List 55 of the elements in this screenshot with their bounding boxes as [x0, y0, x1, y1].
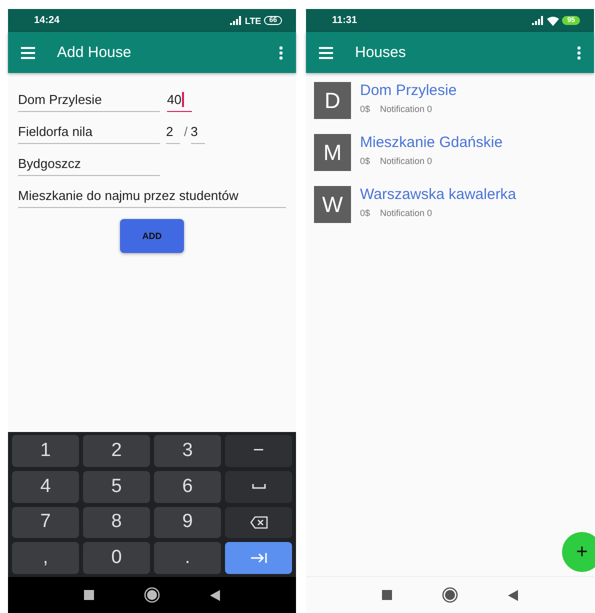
input-field[interactable]: Dom Przylesie — [18, 89, 160, 112]
separator-text: / — [184, 124, 188, 141]
house-title[interactable]: Mieszkanie Gdańskie — [360, 134, 503, 151]
home-icon[interactable] — [442, 587, 458, 603]
keyboard-key[interactable]: 9 — [154, 506, 221, 538]
status-time: 11:31 — [332, 15, 358, 26]
price-text: 0$ — [360, 208, 370, 218]
input-field[interactable]: 40 — [167, 89, 192, 112]
notification-text: Notification 0 — [380, 208, 432, 218]
add-button[interactable]: ADD — [120, 219, 184, 253]
tab-icon — [250, 553, 266, 564]
back-icon[interactable] — [508, 590, 518, 600]
screen-title: Add House — [57, 44, 132, 61]
add-fab[interactable]: + — [562, 532, 595, 572]
input-field[interactable]: Fieldorfa nila — [18, 121, 160, 144]
keyboard-key[interactable]: 5 — [83, 470, 150, 502]
more-icon[interactable] — [279, 46, 283, 60]
signal-icon — [532, 16, 544, 25]
input-field[interactable]: Bydgoszcz — [18, 153, 160, 176]
keyboard-key[interactable]: 3 — [154, 435, 221, 467]
letter-avatar: M — [314, 134, 351, 171]
status-time: 14:24 — [34, 15, 60, 26]
keyboard-key[interactable] — [225, 506, 292, 538]
keyboard-key[interactable]: 0 — [83, 542, 150, 574]
keyboard-key[interactable]: 7 — [12, 506, 79, 538]
letter-avatar: D — [314, 82, 351, 119]
backspace-icon — [250, 516, 268, 529]
wifi-icon — [547, 16, 560, 26]
home-icon[interactable] — [144, 587, 160, 603]
price-text: 0$ — [360, 104, 370, 114]
keyboard-key[interactable]: − — [225, 435, 292, 467]
back-icon[interactable] — [210, 590, 220, 600]
keyboard-key[interactable]: 4 — [12, 470, 79, 502]
keyboard-key[interactable]: 8 — [83, 506, 150, 538]
space-icon — [252, 484, 266, 490]
keyboard-key[interactable]: 6 — [154, 470, 221, 502]
screen-title: Houses — [355, 44, 407, 61]
keyboard-key[interactable]: , — [12, 542, 79, 574]
network-type: LTE — [244, 16, 262, 26]
letter-avatar: W — [314, 186, 351, 223]
input-field[interactable]: 3 — [190, 121, 205, 144]
input-field[interactable]: 2 — [166, 121, 180, 144]
house-title[interactable]: Dom Przylesie — [360, 82, 457, 99]
keyboard-key[interactable]: . — [154, 542, 221, 574]
notification-text: Notification 0 — [380, 104, 432, 114]
notification-text: Notification 0 — [380, 156, 432, 166]
house-title[interactable]: Warszawska kawalerka — [360, 186, 516, 203]
keyboard-key[interactable]: 2 — [83, 435, 150, 467]
input-field[interactable]: Mieszkanie do najmu przez studentów — [18, 185, 286, 208]
price-text: 0$ — [360, 156, 370, 166]
menu-icon[interactable] — [319, 46, 333, 58]
menu-icon[interactable] — [21, 46, 35, 58]
more-icon[interactable] — [577, 46, 581, 60]
keyboard-key[interactable]: 1 — [12, 435, 79, 467]
signal-icon — [230, 16, 242, 25]
